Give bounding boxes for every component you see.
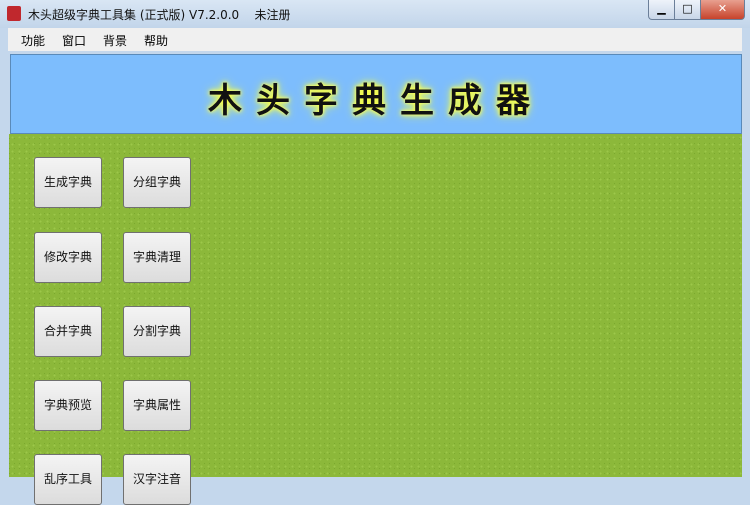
main-panel [9, 134, 742, 477]
title-bar: 木头超级字典工具集 (正式版) V7.2.0.0 未注册 ▁ □ ✕ [0, 0, 750, 28]
banner: 木头字典生成器 [10, 54, 742, 134]
menu-function[interactable]: 功能 [21, 32, 45, 49]
menu-background[interactable]: 背景 [103, 32, 127, 49]
split-dict-button[interactable]: 分割字典 [123, 306, 191, 357]
minimize-button[interactable]: ▁ [648, 0, 675, 20]
pinyin-annotate-button[interactable]: 汉字注音 [123, 454, 191, 505]
modify-dict-button[interactable]: 修改字典 [34, 232, 102, 283]
window-border-right [742, 52, 750, 477]
merge-dict-button[interactable]: 合并字典 [34, 306, 102, 357]
clean-dict-button[interactable]: 字典清理 [123, 232, 191, 283]
window-border-left [0, 52, 8, 477]
menu-window[interactable]: 窗口 [62, 32, 86, 49]
menu-help[interactable]: 帮助 [144, 32, 168, 49]
preview-dict-button[interactable]: 字典预览 [34, 380, 102, 431]
app-icon [7, 6, 21, 21]
menu-bar: 功能 窗口 背景 帮助 [8, 28, 742, 51]
window-title: 木头超级字典工具集 (正式版) V7.2.0.0 未注册 [28, 8, 291, 22]
dict-properties-button[interactable]: 字典属性 [123, 380, 191, 431]
group-dict-button[interactable]: 分组字典 [123, 157, 191, 208]
shuffle-tool-button[interactable]: 乱序工具 [34, 454, 102, 505]
maximize-button[interactable]: □ [674, 0, 701, 20]
generate-dict-button[interactable]: 生成字典 [34, 157, 102, 208]
banner-title: 木头字典生成器 [208, 81, 544, 121]
close-button[interactable]: ✕ [700, 0, 745, 20]
